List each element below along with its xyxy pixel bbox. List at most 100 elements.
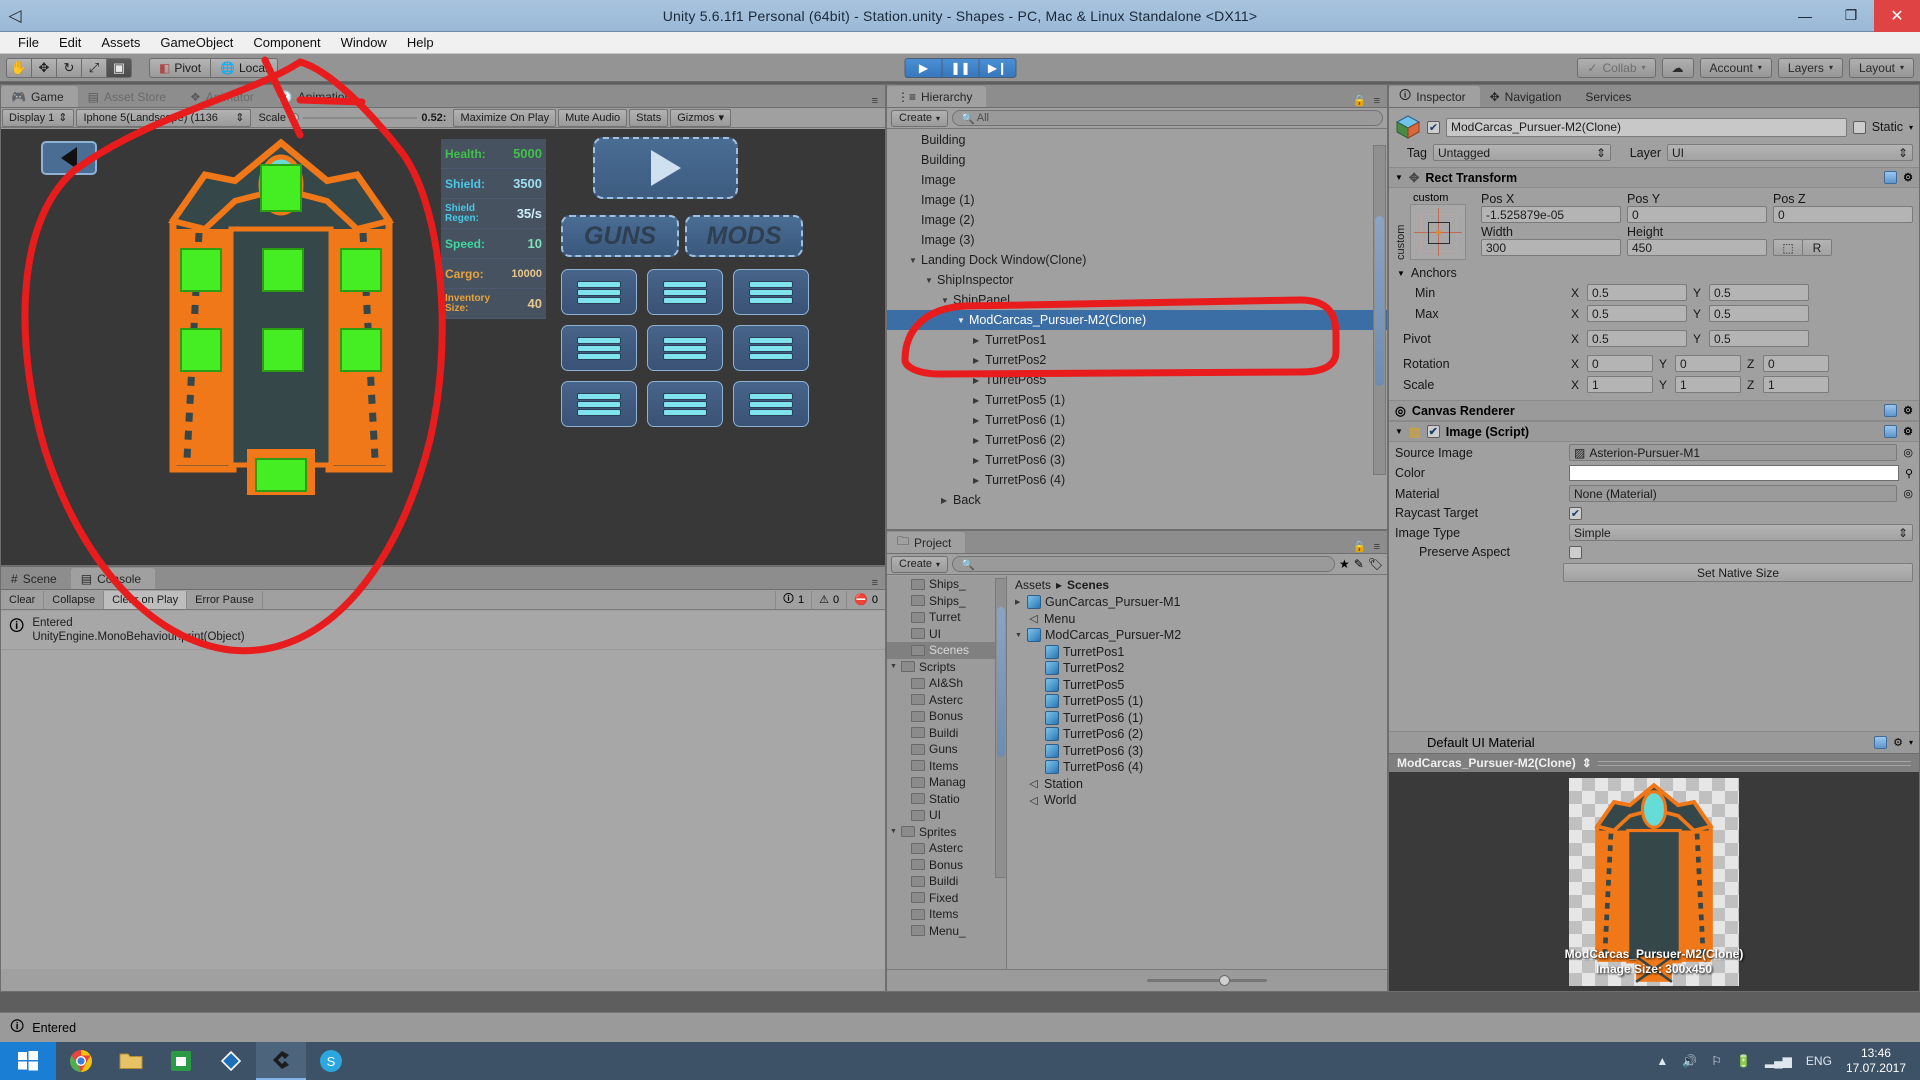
- project-item-list[interactable]: ▶ GunCarcas_Pursuer-M1 ◁ Menu ▼ ModCarcas_Pur…: [1007, 594, 1387, 809]
- project-folder-item[interactable]: Bonus: [887, 857, 1006, 874]
- tab-game[interactable]: 🎮 Game: [1, 86, 78, 107]
- project-asset-item[interactable]: ◁ Menu: [1007, 611, 1387, 628]
- project-folder-item[interactable]: Items: [887, 758, 1006, 775]
- scale-slider-handle[interactable]: [290, 113, 299, 122]
- play-button[interactable]: ▶: [904, 57, 943, 78]
- project-asset-item[interactable]: TurretPos5 (1): [1007, 693, 1387, 710]
- console-log-list[interactable]: 🛈 Entered UnityEngine.MonoBehaviour:prin…: [1, 611, 885, 969]
- tab-animator[interactable]: ❖ Animator: [180, 86, 268, 107]
- expand-arrow-icon[interactable]: ▶: [1015, 598, 1027, 606]
- error-count[interactable]: ⛔ 0: [846, 590, 885, 609]
- chevron-down-icon[interactable]: ▾: [1909, 123, 1913, 132]
- gear-icon[interactable]: ⚙: [1903, 404, 1913, 417]
- language-indicator[interactable]: ENG: [1806, 1054, 1832, 1068]
- gear-icon[interactable]: ⚙: [1903, 171, 1913, 184]
- taskbar-clock[interactable]: 13:46 17.07.2017: [1846, 1046, 1906, 1076]
- gizmos-dropdown[interactable]: Gizmos ▾: [670, 108, 732, 127]
- anchor-min-y-field[interactable]: 0.5: [1709, 284, 1809, 301]
- pos-z-field[interactable]: 0: [1773, 206, 1913, 223]
- project-contents[interactable]: Assets ▸ Scenes ▶ GunCarcas_Pursuer-M1 ◁ Me…: [1007, 576, 1387, 969]
- hierarchy-item[interactable]: Building: [887, 150, 1387, 170]
- hierarchy-tree[interactable]: Building Building Image Image (1) Image (2) I…: [887, 130, 1387, 529]
- rect-tool-icon[interactable]: ▣: [106, 57, 132, 78]
- hierarchy-item[interactable]: ▶ TurretPos1: [887, 330, 1387, 350]
- pos-y-field[interactable]: 0: [1627, 206, 1767, 223]
- equipment-slot[interactable]: [561, 381, 637, 427]
- info-count[interactable]: 🛈 1: [774, 590, 811, 609]
- project-folder-item[interactable]: Items: [887, 906, 1006, 923]
- anchor-max-x-field[interactable]: 0.5: [1587, 305, 1687, 322]
- pos-x-field[interactable]: -1.525879e-05: [1481, 206, 1621, 223]
- hierarchy-item[interactable]: ▶ TurretPos6 (3): [887, 450, 1387, 470]
- scale-slider-group[interactable]: Scale 0.52:: [252, 109, 452, 127]
- project-asset-item[interactable]: ◁ World: [1007, 792, 1387, 809]
- lock-icon[interactable]: 🔒: [1353, 540, 1367, 553]
- taskbar-unity[interactable]: [256, 1042, 306, 1080]
- panel-menu-icon[interactable]: ≡: [1374, 541, 1380, 553]
- editor-status-bar[interactable]: 🛈 Entered: [0, 1012, 1920, 1042]
- width-field[interactable]: 300: [1481, 239, 1621, 256]
- step-button[interactable]: ▶❙: [978, 57, 1017, 78]
- expand-arrow-icon[interactable]: ▼: [909, 256, 921, 265]
- filter-favorite-icon[interactable]: ★: [1339, 557, 1350, 571]
- canvas-renderer-header[interactable]: ◎ Canvas Renderer ⚙: [1389, 400, 1919, 421]
- tab-animation[interactable]: 🕐 Animation: [267, 86, 366, 107]
- tag-dropdown[interactable]: Untagged ⇕: [1433, 144, 1611, 161]
- layers-button[interactable]: Layers ▾: [1777, 57, 1843, 78]
- preview-dropdown-icon[interactable]: ⇕: [1582, 756, 1592, 770]
- expand-arrow-icon[interactable]: ▼: [890, 828, 901, 835]
- equipment-slot[interactable]: [647, 325, 723, 371]
- clear-on-play-button[interactable]: Clear on Play: [104, 590, 188, 609]
- hierarchy-item[interactable]: ▶ Back: [887, 490, 1387, 510]
- expand-arrow-icon[interactable]: ▶: [941, 496, 953, 505]
- equipment-slot[interactable]: [561, 269, 637, 315]
- anchor-preset-widget[interactable]: custom custom: [1395, 192, 1473, 260]
- hierarchy-item[interactable]: Image (3): [887, 230, 1387, 250]
- warning-count[interactable]: ⚠ 0: [811, 590, 846, 609]
- project-folder-item[interactable]: Buildi: [887, 873, 1006, 890]
- material-field[interactable]: None (Material): [1569, 485, 1898, 502]
- maximize-on-play-toggle[interactable]: Maximize On Play: [453, 108, 557, 127]
- image-enabled-checkbox[interactable]: ✔: [1426, 425, 1440, 438]
- expand-arrow-icon[interactable]: ▶: [973, 416, 985, 425]
- breadcrumb-assets[interactable]: Assets: [1015, 578, 1051, 592]
- signal-icon[interactable]: ▂▄▆: [1765, 1054, 1792, 1068]
- material-footer-header[interactable]: Default UI Material ⚙ ▾: [1389, 731, 1919, 753]
- raw-edit-button[interactable]: R: [1802, 239, 1832, 256]
- hierarchy-scrollbar-thumb[interactable]: [1375, 216, 1384, 386]
- hierarchy-item[interactable]: ▶ TurretPos5 (1): [887, 390, 1387, 410]
- expand-arrow-icon[interactable]: ▼: [941, 296, 953, 305]
- image-script-header[interactable]: ▼ ▨ ✔ Image (Script) ⚙: [1389, 421, 1919, 442]
- project-asset-item[interactable]: TurretPos6 (1): [1007, 710, 1387, 727]
- project-tree-scrollbar[interactable]: [995, 578, 1007, 878]
- menu-item-window[interactable]: Window: [331, 33, 397, 52]
- cloud-button[interactable]: ☁: [1661, 57, 1694, 78]
- error-pause-button[interactable]: Error Pause: [187, 590, 263, 609]
- object-active-checkbox[interactable]: ✔: [1427, 120, 1440, 134]
- object-name-field[interactable]: ModCarcas_Pursuer-M2(Clone): [1446, 117, 1847, 137]
- help-icon[interactable]: [1884, 171, 1898, 184]
- pivot-toggle[interactable]: ◧ Pivot: [149, 57, 212, 78]
- local-toggle[interactable]: 🌐 Local: [210, 57, 278, 78]
- project-asset-item[interactable]: TurretPos6 (4): [1007, 759, 1387, 776]
- hierarchy-item[interactable]: ▼ ModCarcas_Pursuer-M2(Clone): [887, 310, 1387, 330]
- gear-icon[interactable]: ⚙: [1903, 425, 1913, 438]
- project-folder-item[interactable]: Fixed: [887, 890, 1006, 907]
- hierarchy-item[interactable]: ▼ Landing Dock Window(Clone): [887, 250, 1387, 270]
- expand-arrow-icon[interactable]: ▶: [973, 396, 985, 405]
- project-asset-item[interactable]: TurretPos2: [1007, 660, 1387, 677]
- raycast-target-checkbox[interactable]: ✔: [1569, 506, 1582, 520]
- tab-project[interactable]: 🗀 Project: [887, 532, 966, 553]
- project-folder-item[interactable]: Statio: [887, 791, 1006, 808]
- mute-audio-toggle[interactable]: Mute Audio: [558, 108, 628, 127]
- hierarchy-item[interactable]: ▶ TurretPos6 (4): [887, 470, 1387, 490]
- project-asset-item[interactable]: TurretPos5: [1007, 677, 1387, 694]
- menu-item-help[interactable]: Help: [397, 33, 444, 52]
- expand-arrow-icon[interactable]: ▶: [973, 456, 985, 465]
- project-folder-item[interactable]: Ships_: [887, 576, 1006, 593]
- image-type-dropdown[interactable]: Simple ⇕: [1569, 524, 1913, 541]
- collapse-button[interactable]: Collapse: [44, 590, 105, 609]
- rotate-tool-icon[interactable]: ↻: [56, 57, 82, 78]
- display-dropdown[interactable]: Display 1 ⇕: [2, 108, 75, 127]
- project-search-input[interactable]: 🔍: [952, 556, 1335, 572]
